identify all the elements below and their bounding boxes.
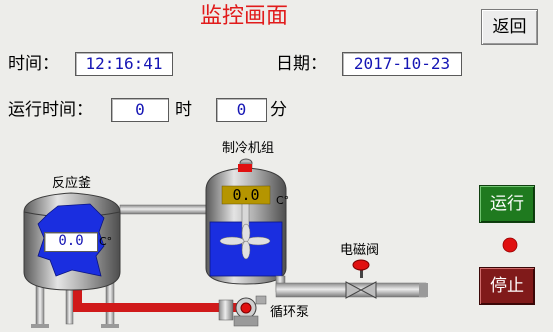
reactor-temp-unit: C° bbox=[99, 235, 113, 248]
pipe-reactor-chiller bbox=[119, 204, 207, 215]
reactor-label: 反应釜 bbox=[52, 176, 92, 191]
process-diagram bbox=[23, 158, 518, 328]
chiller-temp-display: 0.0 bbox=[232, 186, 260, 204]
chiller-label: 制冷机组 bbox=[222, 141, 275, 156]
stop-button[interactable]: 停止 bbox=[479, 267, 535, 305]
reactor-temp-field: 0.0 bbox=[44, 232, 98, 252]
circulation-pump bbox=[218, 295, 267, 327]
chiller-unit bbox=[205, 158, 287, 285]
run-indicator-lamp bbox=[502, 237, 518, 253]
pump-label: 循环泵 bbox=[270, 305, 310, 320]
valve-label: 电磁阀 bbox=[340, 243, 380, 258]
run-button[interactable]: 运行 bbox=[479, 185, 535, 223]
chiller-temp-unit: C° bbox=[276, 194, 290, 207]
